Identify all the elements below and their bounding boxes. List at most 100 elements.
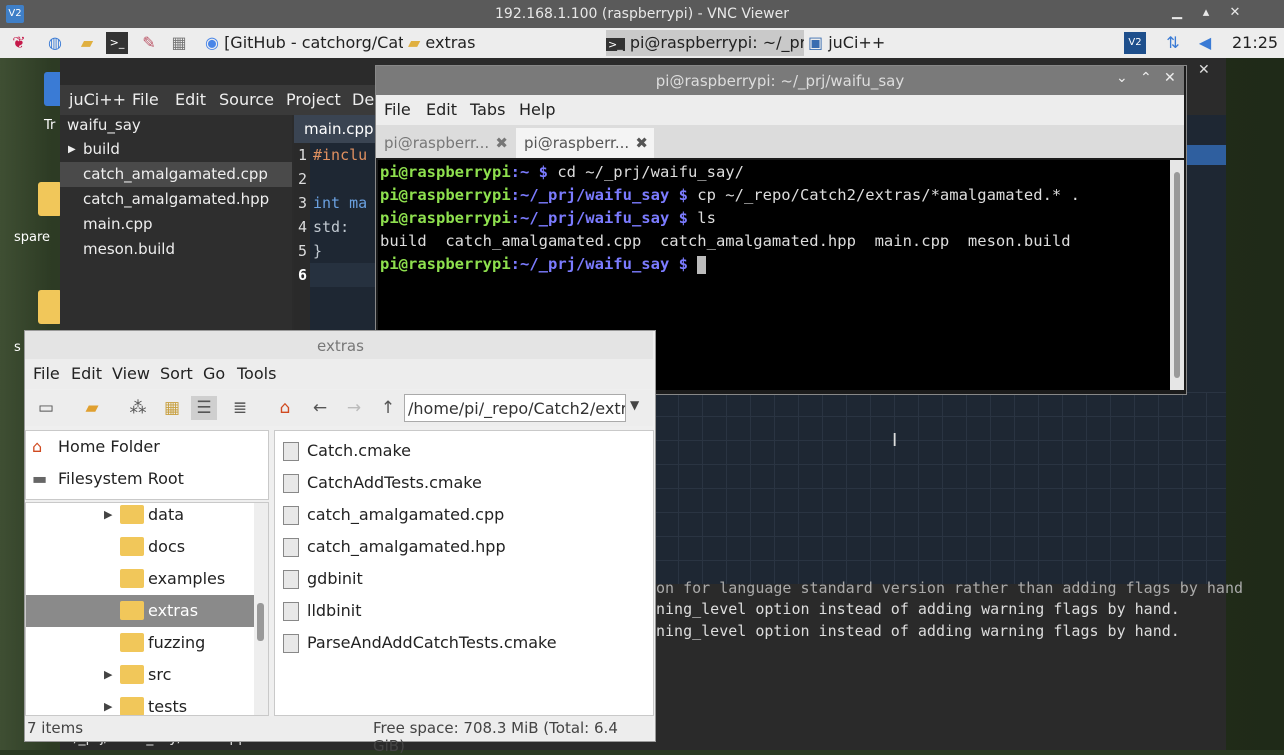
menu-go[interactable]: Go <box>203 364 225 383</box>
place-home[interactable]: ⌂ Home Folder <box>26 431 254 463</box>
menu-tools[interactable]: Tools <box>237 364 276 383</box>
path-input[interactable]: /home/pi/_repo/Catch2/extras <box>404 394 626 422</box>
network-icon[interactable]: ⇅ <box>1162 32 1184 54</box>
text-file-icon <box>283 442 299 461</box>
log-line: ning_level option instead of adding warn… <box>656 600 1180 618</box>
expander-icon[interactable]: ▶ <box>104 503 112 531</box>
raspberry-menu-icon[interactable]: ❦ <box>8 32 30 54</box>
dir-item-selected[interactable]: extras <box>26 595 254 627</box>
place-root[interactable]: ▬ Filesystem Root <box>26 463 254 495</box>
dir-item[interactable]: ▶ src <box>26 659 254 691</box>
terminal-icon[interactable]: >_ <box>106 32 128 54</box>
file-manager-statusbar: 7 items Free space: 708.3 MiB (Total: 6.… <box>25 716 653 755</box>
menu-project[interactable]: Project <box>286 90 341 109</box>
close-icon[interactable]: ✕ <box>1164 70 1176 86</box>
close-icon[interactable]: ✕ <box>1226 4 1244 22</box>
tree-item[interactable]: catch_amalgamated.hpp <box>60 187 292 212</box>
list-view-icon[interactable]: ≣ <box>227 396 253 420</box>
menu-source[interactable]: Source <box>219 90 274 109</box>
dir-label: src <box>148 665 172 684</box>
file-label: gdbinit <box>307 569 363 588</box>
tree-item[interactable]: main.cpp <box>60 212 292 237</box>
task-jucipp[interactable]: ▣ juCi++ <box>808 30 998 56</box>
menu-view[interactable]: View <box>112 364 150 383</box>
dir-item[interactable]: ▶ tests <box>26 691 254 715</box>
code-area[interactable]: #inclu int ma std: } <box>310 143 376 330</box>
menu-tabs[interactable]: Tabs <box>470 100 505 119</box>
task-extras[interactable]: ▰ extras <box>408 30 598 56</box>
menu-edit[interactable]: Edit <box>175 90 206 109</box>
tree-item[interactable]: catch_amalgamated.cpp <box>60 162 292 187</box>
menu-file[interactable]: File <box>132 90 159 109</box>
icon-view-icon[interactable]: ⁂ <box>125 396 151 420</box>
prompt-user: pi@raspberrypi <box>380 186 511 204</box>
task-chromium[interactable]: ◉ [GitHub - catchorg/Cat... <box>205 30 403 56</box>
scrollbar-thumb[interactable] <box>1174 172 1180 378</box>
window-icon: ▣ <box>808 33 824 52</box>
tree-item-build[interactable]: ▶ build <box>60 137 292 162</box>
vnc-window-title: 192.168.1.100 (raspberrypi) - VNC Viewer <box>495 6 789 22</box>
menu-edit[interactable]: Edit <box>426 100 457 119</box>
folder-icon: ▰ <box>408 33 421 52</box>
menu-edit[interactable]: Edit <box>71 364 102 383</box>
menu-help[interactable]: Help <box>519 100 555 119</box>
up-arrow-icon[interactable]: ↑ <box>375 396 401 420</box>
terminal-title: pi@raspberrypi: ~/_prj/waifu_say <box>655 72 905 90</box>
tree-scrollbar[interactable] <box>254 503 268 715</box>
project-tree: waifu_say ▶ build catch_amalgamated.cpp … <box>60 115 292 330</box>
file-manager-icon[interactable]: ▰ <box>76 32 98 54</box>
menu-jucipp[interactable]: juCi++ <box>69 90 126 109</box>
close-tab-icon[interactable]: ✖ <box>635 128 648 158</box>
vnc-tray-icon[interactable]: V2 <box>1124 32 1146 54</box>
task-terminal[interactable]: >_ pi@raspberrypi: ~/_prj... <box>606 30 804 56</box>
expander-icon[interactable]: ▶ <box>104 691 112 715</box>
minimize-icon[interactable]: ⌄ <box>1116 70 1128 86</box>
expander-icon[interactable]: ▶ <box>104 659 112 691</box>
prompt-user: pi@raspberrypi <box>380 255 511 273</box>
path-dropdown-icon[interactable]: ▼ <box>630 398 639 412</box>
editor-tab[interactable]: main.cpp <box>294 115 376 143</box>
folder-icon[interactable] <box>38 290 62 324</box>
dir-item[interactable]: examples <box>26 563 254 595</box>
maximize-icon[interactable]: ⌃ <box>1140 70 1152 86</box>
maximize-icon[interactable]: ▴ <box>1197 4 1215 22</box>
terminal-line: pi@raspberrypi:~/_prj/waifu_say $ ls <box>380 207 716 230</box>
back-arrow-icon[interactable]: ← <box>307 396 333 420</box>
dir-item[interactable]: docs <box>26 531 254 563</box>
globe-icon[interactable]: ◍ <box>44 32 66 54</box>
new-folder-icon[interactable]: ▰ <box>79 396 105 420</box>
toolbox-icon[interactable]: ▦ <box>168 32 190 54</box>
tree-item[interactable]: meson.build <box>60 237 292 262</box>
prompt-user: pi@raspberrypi <box>380 209 511 227</box>
jucipp-close-icon[interactable]: ✕ <box>1198 62 1210 78</box>
text-file-icon <box>283 506 299 525</box>
editor-grid-area[interactable] <box>654 392 1226 584</box>
dir-item[interactable]: fuzzing <box>26 627 254 659</box>
place-label: Filesystem Root <box>58 469 184 488</box>
drive-icon: ▬ <box>32 469 48 488</box>
pencil-icon[interactable]: ✎ <box>138 32 160 54</box>
folder-icon <box>120 697 144 715</box>
terminal-tab-active[interactable]: pi@raspberr... ✖ <box>516 128 654 158</box>
dir-item[interactable]: ▶ data <box>26 503 254 531</box>
home-icon[interactable]: ⌂ <box>272 396 298 420</box>
scrollbar-thumb[interactable] <box>257 603 264 641</box>
terminal-tab[interactable]: pi@raspberr... ✖ <box>376 128 514 158</box>
forward-arrow-icon[interactable]: → <box>341 396 367 420</box>
volume-icon[interactable]: ◀ <box>1194 32 1216 54</box>
thumbnail-view-icon[interactable]: ▦ <box>159 396 185 420</box>
menu-file[interactable]: File <box>384 100 411 119</box>
menu-file[interactable]: File <box>33 364 60 383</box>
terminal-scrollbar[interactable] <box>1170 160 1184 390</box>
minimize-icon[interactable]: ▁ <box>1168 4 1186 22</box>
tree-root[interactable]: waifu_say <box>60 113 292 138</box>
line-gutter: 1 2 3 4 5 6 <box>294 143 310 330</box>
close-tab-icon[interactable]: ✖ <box>495 128 508 158</box>
new-window-icon[interactable]: ▭ <box>33 396 59 420</box>
desktop-label: s <box>14 340 21 355</box>
menu-sort[interactable]: Sort <box>160 364 193 383</box>
clock: 21:25 <box>1232 33 1279 52</box>
folder-icon[interactable] <box>38 182 62 216</box>
compact-view-icon[interactable]: ☰ <box>191 396 217 420</box>
text-file-icon <box>283 474 299 493</box>
